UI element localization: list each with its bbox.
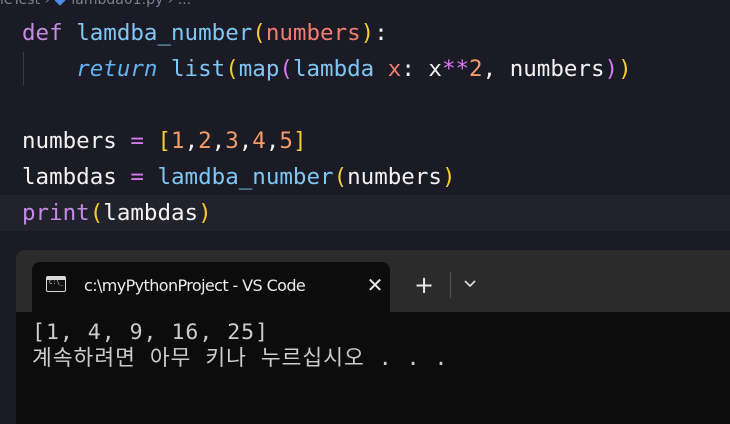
keyword-lambda: lambda xyxy=(292,56,375,82)
output-line: 계속하려면 아무 키나 누르십시오 . . . xyxy=(32,346,449,371)
bracket: [ xyxy=(157,128,172,154)
variable-numbers: numbers xyxy=(509,56,605,82)
terminal-output[interactable]: [1, 4, 9, 16, 25] 계속하려면 아무 키나 누르십시오 . . … xyxy=(32,320,448,372)
tab-title: c:\myPythonProject - VS Code xyxy=(84,276,306,295)
comma: , xyxy=(482,56,497,82)
breadcrumb-folder[interactable]: leTest xyxy=(0,0,40,8)
new-tab-button[interactable]: + xyxy=(410,270,438,300)
paren: ( xyxy=(252,20,266,46)
comma: , xyxy=(211,128,226,154)
paren: ) xyxy=(198,200,212,226)
builtin-list: list xyxy=(171,56,226,82)
paren: ) xyxy=(441,164,456,190)
lambda-param: x xyxy=(387,56,402,82)
paren: ) xyxy=(618,56,632,82)
breadcrumb-separator: › xyxy=(167,0,178,8)
variable-numbers: numbers xyxy=(22,128,117,154)
paren: ( xyxy=(225,56,239,82)
bracket: ] xyxy=(292,128,307,154)
breadcrumb-file[interactable]: lambda01.py xyxy=(71,0,163,8)
comma: , xyxy=(238,128,253,154)
code-editor[interactable]: leTest › ◆ lambda01.py › ... def lamdba_n… xyxy=(0,0,730,240)
variable-lambdas: lambdas xyxy=(22,164,117,190)
parameter: numbers xyxy=(265,20,361,46)
function-name: lamdba_number xyxy=(76,20,253,46)
colon: : xyxy=(401,56,415,82)
argument: numbers xyxy=(347,164,442,190)
colon: : xyxy=(374,20,388,46)
close-icon[interactable]: ✕ xyxy=(363,272,387,298)
function-call: lamdba_number xyxy=(157,164,334,190)
paren: ( xyxy=(89,200,104,226)
builtin-print: print xyxy=(22,200,90,226)
keyword-return: return xyxy=(76,56,158,82)
number: 2 xyxy=(469,56,483,82)
terminal-titlebar[interactable]: C:\_ c:\myPythonProject - VS Code ✕ + xyxy=(16,250,730,312)
paren: ) xyxy=(360,20,375,46)
paren: ) xyxy=(604,56,619,82)
operator-assign: = xyxy=(130,128,144,154)
breadcrumb-more[interactable]: ... xyxy=(178,0,191,8)
builtin-map: map xyxy=(238,56,280,82)
breadcrumb-separator: › xyxy=(44,0,55,8)
number: 5 xyxy=(279,128,293,154)
code-line-def[interactable]: def lamdba_number(numbers): xyxy=(22,15,388,51)
operator-assign: = xyxy=(130,164,144,190)
terminal-icon: C:\_ xyxy=(46,276,66,292)
code-line-numbers[interactable]: numbers = [1,2,3,4,5] xyxy=(22,123,306,159)
code-line-lambdas[interactable]: lambdas = lamdba_number(numbers) xyxy=(22,159,456,195)
number: 4 xyxy=(252,128,266,154)
code-line-return[interactable]: return list(map(lambda x: x**2, numbers)… xyxy=(22,51,632,87)
code-line-print[interactable]: print(lambdas) xyxy=(22,195,212,231)
number: 2 xyxy=(198,128,212,154)
python-file-icon: ◆ xyxy=(54,0,66,8)
paren: ( xyxy=(279,56,293,82)
argument: lambdas xyxy=(103,200,199,226)
paren: ( xyxy=(333,164,348,190)
keyword-def: def xyxy=(22,20,63,46)
breadcrumb[interactable]: leTest › ◆ lambda01.py › ... xyxy=(0,0,191,8)
chevron-down-icon[interactable] xyxy=(459,276,481,292)
titlebar-divider xyxy=(450,272,451,298)
variable-x: x xyxy=(428,56,442,82)
comma: , xyxy=(184,128,199,154)
comma: , xyxy=(265,128,280,154)
terminal-tab[interactable]: C:\_ c:\myPythonProject - VS Code ✕ xyxy=(32,262,390,312)
output-line: [1, 4, 9, 16, 25] xyxy=(32,320,270,345)
operator-power: ** xyxy=(441,56,470,82)
number: 1 xyxy=(171,128,185,154)
terminal-window[interactable]: C:\_ c:\myPythonProject - VS Code ✕ + [1… xyxy=(16,250,730,424)
number: 3 xyxy=(225,128,239,154)
